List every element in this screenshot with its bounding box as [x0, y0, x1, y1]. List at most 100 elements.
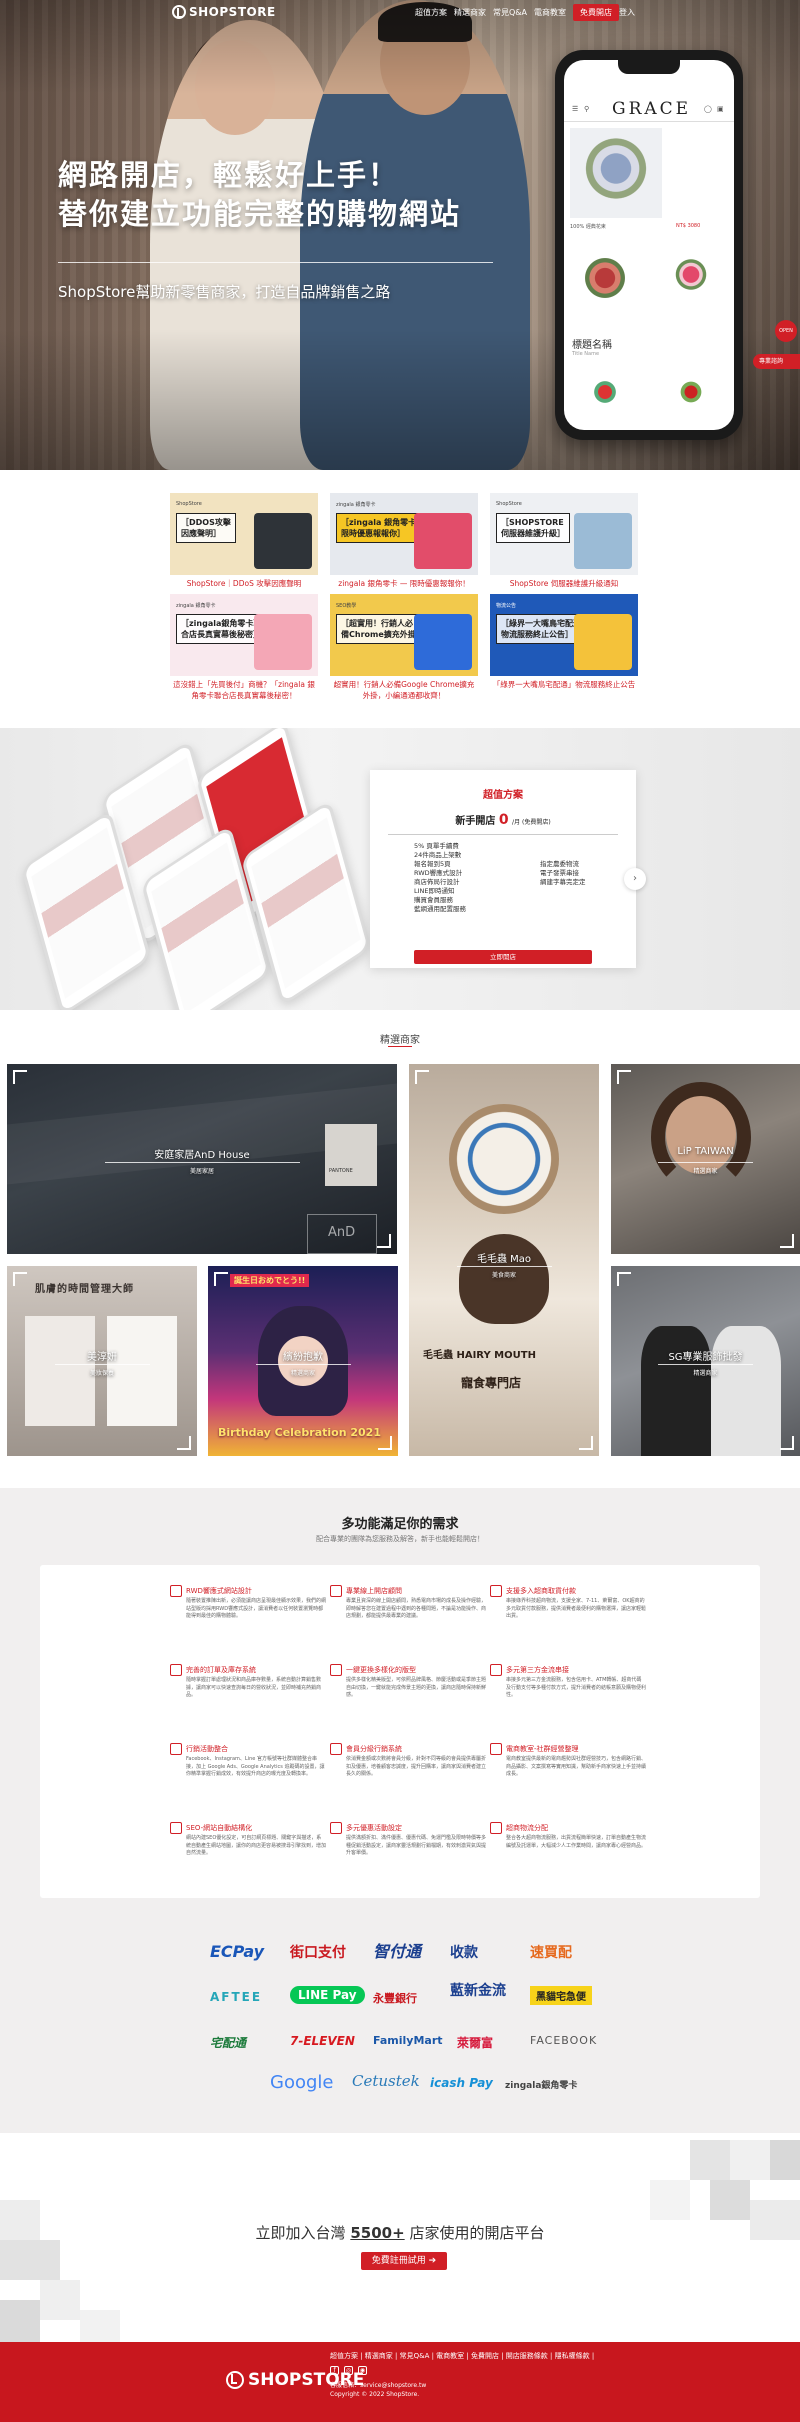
frame-corner — [177, 1436, 191, 1450]
header-logo[interactable]: SHOPSTORE — [172, 5, 276, 19]
line-icon[interactable]: ◉ — [358, 2366, 367, 2375]
hero-banner: SHOPSTORE 超值方案 精選商家 常見Q&A 電商教室 免費開店 登入 網… — [0, 0, 800, 470]
nav-link-merchants[interactable]: 精選商家 — [454, 7, 486, 18]
seo-icon — [170, 1822, 182, 1834]
nav-link-plans[interactable]: 超值方案 — [415, 7, 447, 18]
anime-top-banner: 誕生日おめでとう!! — [230, 1274, 310, 1287]
cta-title: 立即加入台灣 5500+ 店家使用的開店平台 — [0, 2222, 800, 2243]
hero-title-line1: 網路開店，輕鬆好上手！ — [58, 158, 400, 192]
headset-icon — [330, 1585, 342, 1597]
news-art — [254, 513, 312, 569]
classroom-icon — [490, 1743, 502, 1755]
phone-section-subtitle: Title Name — [572, 351, 600, 357]
chevron-right-icon[interactable]: › — [624, 868, 646, 890]
feature-title: 超商物流分配 — [506, 1824, 548, 1832]
payment-icon — [490, 1664, 502, 1676]
merchant-divider — [456, 1266, 552, 1267]
merchant-category: 精選商家 — [693, 1370, 718, 1377]
open-store-button[interactable]: 立即開店 — [414, 950, 592, 964]
side-open-button[interactable]: OPEN — [775, 320, 797, 342]
partner-logo: 速買配 — [530, 1945, 572, 1961]
news-card[interactable]: 物流公告 ［綠界一大嘴鳥宅配通 物流服務終止公告］ 「綠界一大嘴鳥宅配通」物流服… — [490, 594, 638, 690]
product-image-5 — [656, 370, 726, 425]
and-tile-text: AnD — [328, 1225, 356, 1240]
merchant-name: 繽紛抱歉 — [283, 1352, 323, 1363]
news-tag: 物流公告 — [496, 603, 517, 609]
news-caption[interactable]: 這沒錯上「先買後付」商機？「zingala 銀角零卡聯合店長真實幕後秘密！ — [170, 679, 318, 701]
phone-store-header: ☰ ⚲ GRACE ◯ ▣ — [564, 96, 734, 122]
cta-number: 5500+ — [350, 2224, 405, 2242]
news-tag: ShopStore — [176, 501, 202, 507]
news-card[interactable]: zingala 銀角零卡 ［zingala銀角零卡聯 合店長真實幕後秘密］ 這沒… — [170, 594, 318, 701]
beauty-banner: 肌膚的時間管理大師 — [35, 1284, 134, 1295]
footer-links[interactable]: 超值方案 | 精選商家 | 常見Q&A | 電商教室 | 免費開店 | 開店服務… — [330, 2351, 594, 2361]
mascot-illustration — [459, 1234, 549, 1324]
news-card[interactable]: ShopStore ［SHOPSTORE 伺服器維護升級］ ShopStore … — [490, 493, 638, 589]
member-icon — [330, 1743, 342, 1755]
merchant-name: SG專業服飾批發 — [668, 1352, 743, 1363]
plan-feature: RWD響應式設計 — [414, 869, 463, 877]
partner-logo: 智付通 — [373, 1942, 422, 1961]
news-caption[interactable]: ShopStore｜DDoS 攻擊因應聲明 — [170, 578, 318, 589]
news-tag: zingala 銀角零卡 — [336, 502, 376, 508]
merchant-card-mao[interactable]: 毛毛蟲 Mao 美食商家 毛毛蟲 HAIRY MOUTH 寵食專門店 — [409, 1064, 599, 1456]
feature-text: 隨著裝置推陳出新，必須能讓商店呈現最佳顯示效果，我們的網站型版均採用RWD響應式… — [186, 1598, 327, 1619]
merchant-card-anime[interactable]: 誕生日おめでとう!! 繽紛抱歉 精選商家 Birthday Celebratio… — [208, 1266, 398, 1456]
feature-text: 電商教室提供最新的電商趨勢與社群經營技巧，包含網路行銷、商品攝影、文案撰寫等實用… — [506, 1756, 647, 1777]
partner-logo: 永豐銀行 — [373, 1992, 417, 2005]
merchant-name: 美淳妍 — [87, 1352, 117, 1363]
marketing-icon — [170, 1743, 182, 1755]
news-card[interactable]: SEO教學 ［超實用！行銷人必 備Chrome擴充外掛］ 超實用！行銷人必備Go… — [330, 594, 478, 701]
cta-prefix: 立即加入台灣 — [255, 2224, 346, 2242]
plan-feature: 報名報到5頁 — [414, 860, 451, 868]
anime-bottom-banner: Birthday Celebration 2021 — [218, 1426, 381, 1439]
partner-logo: zingala銀角零卡 — [505, 2081, 578, 2091]
feature-title: 行銷活動整合 — [186, 1745, 228, 1753]
phone-section-title: 標題名稱 — [572, 340, 612, 351]
news-art — [574, 513, 632, 569]
top-navigation: SHOPSTORE 超值方案 精選商家 常見Q&A 電商教室 免費開店 登入 — [0, 0, 800, 26]
news-box: ［DDOS攻擊 因應聲明］ — [176, 513, 236, 543]
merchant-card-and-house[interactable]: PANTONE AnD 安庭家居AnD House 美居家居 — [7, 1064, 397, 1254]
register-button[interactable]: 免費註冊試用 ➔ — [361, 2252, 447, 2270]
features-title: 多功能滿足你的需求 — [341, 1517, 459, 1532]
contact-email[interactable]: 客服信箱：service@shopstore.tw — [330, 2381, 426, 2390]
plan-feature: 5% 頁單手續費 — [414, 842, 459, 850]
nav-link-classroom[interactable]: 電商教室 — [534, 7, 566, 18]
news-card[interactable]: ShopStore ［DDOS攻擊 因應聲明］ ShopStore｜DDoS 攻… — [170, 493, 318, 589]
merchant-card-sg[interactable]: SG專業服飾批發 精選商家 — [611, 1266, 800, 1456]
product-image-4 — [570, 370, 640, 425]
feature-title: 多元第三方金流串接 — [506, 1666, 569, 1674]
partner-logo: AFTEE — [210, 1990, 263, 2004]
nav-links: 超值方案 精選商家 常見Q&A 電商教室 — [415, 7, 566, 18]
model-outfit — [641, 1326, 711, 1456]
partner-logo: LINE Pay — [290, 1986, 365, 2004]
product-price: NT$ 3080 — [676, 223, 701, 229]
frame-corner — [617, 1272, 631, 1286]
news-caption[interactable]: 超實用！行銷人必備Google Chrome擴充外掛，小編通通都收齊！ — [330, 679, 478, 701]
hero-title-line2: 替你建立功能完整的購物網站 — [58, 197, 462, 231]
login-link[interactable]: 登入 — [619, 7, 635, 18]
plan-feature: LINE即時通知 — [414, 887, 455, 895]
news-caption[interactable]: zingala 銀角零卡 — 限時優惠報報你！ — [330, 578, 478, 589]
side-consult-button[interactable]: 專業諮詢 — [753, 354, 800, 369]
feature-text: 整合各大超商物流服務，出貨流程簡單快速，訂單自動產生物流編號及託運單，大幅減少人… — [506, 1835, 647, 1849]
plan-divider — [388, 834, 618, 835]
phone-mockup: ☰ ⚲ GRACE ◯ ▣ 100% 經典花束 NT$ 3080 標題名稱 Ti… — [555, 50, 743, 440]
news-card[interactable]: zingala 銀角零卡 ［zingala 銀角零卡 限時優惠報報你］ zing… — [330, 493, 478, 589]
free-trial-button[interactable]: 免費開店 — [573, 4, 619, 21]
instagram-icon[interactable]: ◎ — [344, 2366, 353, 2375]
and-tile: AnD — [307, 1214, 377, 1254]
plan-feature: 24件商品上架數 — [414, 851, 462, 859]
facebook-icon[interactable]: f — [330, 2366, 339, 2375]
merchant-card-lip-taiwan[interactable]: LiP TAIWAN 精選商家 — [611, 1064, 800, 1254]
nav-link-faq[interactable]: 常見Q&A — [493, 7, 527, 18]
news-art — [414, 614, 472, 670]
merchant-card-meichun[interactable]: 肌膚的時間管理大師 美淳妍 美妝保養 — [7, 1266, 197, 1456]
shopstore-logo-icon — [172, 5, 186, 19]
news-caption[interactable]: 「綠界一大嘴鳥宅配通」物流服務終止公告 — [490, 679, 638, 690]
frame-corner — [579, 1436, 593, 1450]
feature-text: 串接綠界科技超商物流，支援全家、7-11、萊爾富、OK超商的多元取貨付款服務，提… — [506, 1598, 647, 1619]
feature-text: 專業且資深的線上開店顧問，熟悉電商市場的成長及操作經驗，即時解答您在建置過程中遇… — [346, 1598, 487, 1619]
news-caption[interactable]: ShopStore 伺服器維護升級通知 — [490, 578, 638, 589]
